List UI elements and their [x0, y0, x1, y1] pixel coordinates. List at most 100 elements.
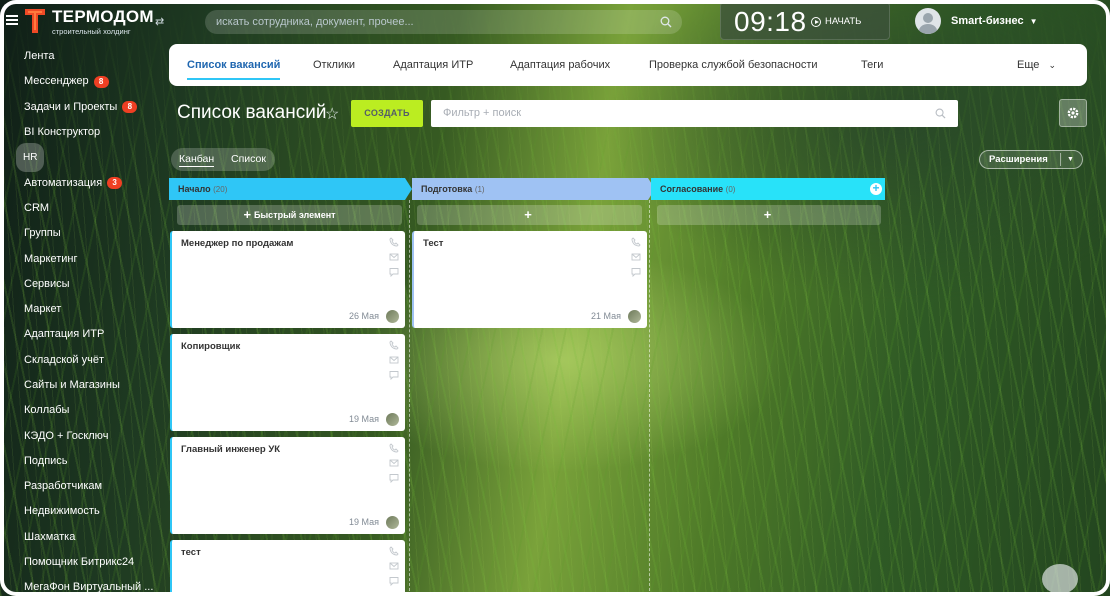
- start-day-button[interactable]: НАЧАТЬ: [811, 16, 861, 27]
- sidebar-item-adaptation[interactable]: Адаптация ИТР: [0, 322, 160, 347]
- menu-icon[interactable]: [6, 15, 18, 25]
- kanban-card[interactable]: Копировщик 19 Мая: [170, 334, 405, 431]
- extensions-label: Расширения: [989, 154, 1048, 165]
- mail-icon[interactable]: [389, 458, 399, 468]
- sidebar-item-label: Сервисы: [24, 277, 70, 290]
- tab-responses[interactable]: Отклики: [313, 44, 355, 86]
- quick-add-button[interactable]: +: [657, 205, 881, 225]
- sidebar-item-bi[interactable]: BI Конструктор: [0, 120, 160, 145]
- sidebar-item-marketing[interactable]: Маркетинг: [0, 246, 160, 271]
- mail-icon[interactable]: [389, 252, 399, 262]
- kanban-card[interactable]: Менеджер по продажам 26 Мая: [170, 231, 405, 328]
- card-title: Главный инженер УК: [181, 444, 281, 455]
- card-date: 19 Мая: [349, 517, 379, 527]
- sidebar-item-kedo[interactable]: КЭДО + Госключ: [0, 423, 160, 448]
- quick-add-button[interactable]: + Быстрый элемент: [177, 205, 402, 225]
- tab-more[interactable]: Еще ⌄: [1017, 44, 1056, 86]
- sidebar-item-messenger[interactable]: Мессенджер 8: [0, 69, 160, 94]
- add-column-icon[interactable]: +: [870, 182, 882, 195]
- kanban-card[interactable]: Главный инженер УК 19 Мая: [170, 437, 405, 534]
- tab-vacancies[interactable]: Список вакансий: [187, 44, 281, 86]
- user-menu[interactable]: Smart-бизнес ▼: [915, 8, 1038, 34]
- column-header[interactable]: Подготовка (1): [412, 178, 648, 200]
- chevron-down-icon[interactable]: ▼: [1067, 151, 1074, 168]
- start-label: НАЧАТЬ: [825, 16, 862, 27]
- chat-icon[interactable]: [631, 267, 641, 277]
- sidebar-item-sign[interactable]: Подпись: [0, 449, 160, 474]
- sidebar-item-sites[interactable]: Сайты и Магазины: [0, 373, 160, 398]
- chat-icon[interactable]: [389, 473, 399, 483]
- mail-icon[interactable]: [389, 355, 399, 365]
- phone-icon[interactable]: [389, 237, 399, 247]
- sidebar-item-chess[interactable]: Шахматка: [0, 525, 160, 550]
- plus-icon: +: [524, 207, 532, 222]
- avatar: [915, 8, 941, 34]
- settings-button[interactable]: [1059, 99, 1087, 127]
- column-header[interactable]: Согласование (0): [651, 178, 885, 200]
- card-actions: [389, 546, 399, 586]
- sidebar-item-tasks[interactable]: Задачи и Проекты 8: [0, 95, 160, 120]
- sidebar-item-hr[interactable]: HR: [0, 143, 160, 173]
- column-divider: [409, 200, 410, 596]
- phone-icon[interactable]: [389, 443, 399, 453]
- chat-icon[interactable]: [389, 267, 399, 277]
- tab-security-check[interactable]: Проверка службой безопасности: [649, 44, 818, 86]
- logo[interactable]: ТЕРМОДОМ строительный холдинг: [52, 8, 154, 36]
- sidebar-item-feed[interactable]: Лента: [0, 44, 160, 69]
- star-icon[interactable]: ☆: [325, 104, 339, 124]
- chat-icon[interactable]: [389, 370, 399, 380]
- mail-icon[interactable]: [389, 561, 399, 571]
- extensions-button[interactable]: Расширения ▼: [979, 150, 1083, 169]
- avatar[interactable]: [386, 516, 399, 529]
- create-button[interactable]: СОЗДАТЬ: [351, 100, 423, 127]
- phone-icon[interactable]: [389, 546, 399, 556]
- swap-icon[interactable]: ⇄: [155, 15, 164, 28]
- sidebar-item-label: HR: [16, 143, 45, 173]
- avatar[interactable]: [386, 413, 399, 426]
- sidebar-item-automation[interactable]: Автоматизация 3: [0, 170, 160, 195]
- user-name: Smart-бизнес: [951, 15, 1024, 27]
- filter-placeholder: Фильтр + поиск: [443, 107, 522, 119]
- phone-icon[interactable]: [389, 340, 399, 350]
- sidebar-item-label: Складской учёт: [24, 353, 104, 366]
- counter-badge: 3: [107, 177, 123, 190]
- sidebar-item-groups[interactable]: Группы: [0, 221, 160, 246]
- card-date: 26 Мая: [349, 311, 379, 321]
- column-count: (0): [725, 185, 736, 194]
- sidebar-item-label: BI Конструктор: [24, 126, 101, 139]
- sidebar-item-assistant[interactable]: Помощник Битрикс24: [0, 550, 160, 575]
- scroll-up-button[interactable]: [1042, 564, 1078, 594]
- avatar[interactable]: [386, 310, 399, 323]
- sidebar-item-collabs[interactable]: Коллабы: [0, 398, 160, 423]
- quick-add-button[interactable]: +: [417, 205, 642, 225]
- counter-badge: 8: [122, 101, 138, 114]
- search-icon[interactable]: [935, 108, 946, 119]
- sidebar-item-warehouse[interactable]: Складской учёт: [0, 348, 160, 373]
- card-date: 19 Мая: [349, 414, 379, 424]
- mail-icon[interactable]: [631, 252, 641, 262]
- play-icon: [811, 16, 821, 27]
- work-day-widget[interactable]: 09:18 НАЧАТЬ: [720, 2, 890, 40]
- column-header[interactable]: Начало (20): [169, 178, 405, 200]
- kanban-card[interactable]: Тест 21 Мая: [412, 231, 647, 328]
- tab-adaptation-workers[interactable]: Адаптация рабочих: [510, 44, 610, 86]
- search-icon[interactable]: [660, 16, 672, 28]
- logo-subtitle: строительный холдинг: [52, 27, 131, 36]
- sidebar-item-realty[interactable]: Недвижимость: [0, 499, 160, 524]
- sidebar-item-megafon[interactable]: МегаФон Виртуальный ...: [0, 575, 160, 596]
- view-list[interactable]: Список: [231, 153, 266, 165]
- sidebar-item-market[interactable]: Маркет: [0, 297, 160, 322]
- sidebar-item-services[interactable]: Сервисы: [0, 272, 160, 297]
- sidebar-item-developers[interactable]: Разработчикам: [0, 474, 160, 499]
- sidebar-item-crm[interactable]: CRM: [0, 196, 160, 221]
- view-kanban[interactable]: Канбан: [179, 153, 215, 167]
- tab-adaptation-itr[interactable]: Адаптация ИТР: [393, 44, 473, 86]
- phone-icon[interactable]: [631, 237, 641, 247]
- kanban-card[interactable]: тест: [170, 540, 405, 596]
- avatar[interactable]: [628, 310, 641, 323]
- filter-input[interactable]: Фильтр + поиск: [431, 100, 958, 127]
- tab-tags[interactable]: Теги: [861, 44, 883, 86]
- chat-icon[interactable]: [389, 576, 399, 586]
- search-input[interactable]: искать сотрудника, документ, прочее...: [205, 10, 682, 34]
- card-actions: [631, 237, 641, 277]
